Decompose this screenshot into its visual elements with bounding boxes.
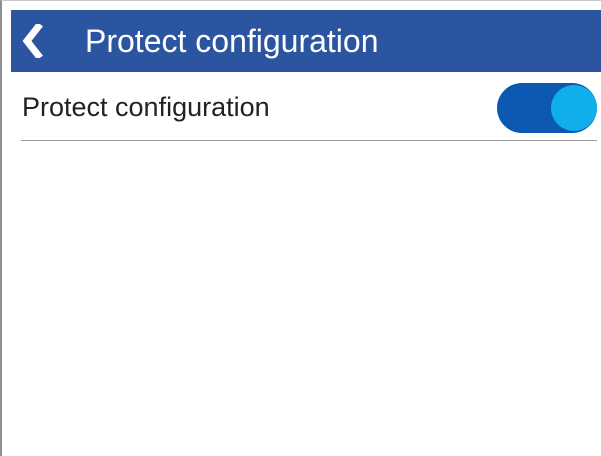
header-bar: Protect configuration — [11, 10, 601, 72]
page-title: Protect configuration — [85, 23, 379, 59]
protect-configuration-label: Protect configuration — [22, 92, 270, 122]
chevron-left-icon — [22, 24, 43, 58]
protect-configuration-screen: Protect configuration Protect configurat… — [0, 0, 601, 456]
protect-configuration-toggle[interactable] — [497, 83, 597, 133]
protect-configuration-row: Protect configuration — [21, 73, 597, 141]
toggle-knob — [551, 85, 597, 131]
back-button[interactable] — [11, 10, 55, 72]
